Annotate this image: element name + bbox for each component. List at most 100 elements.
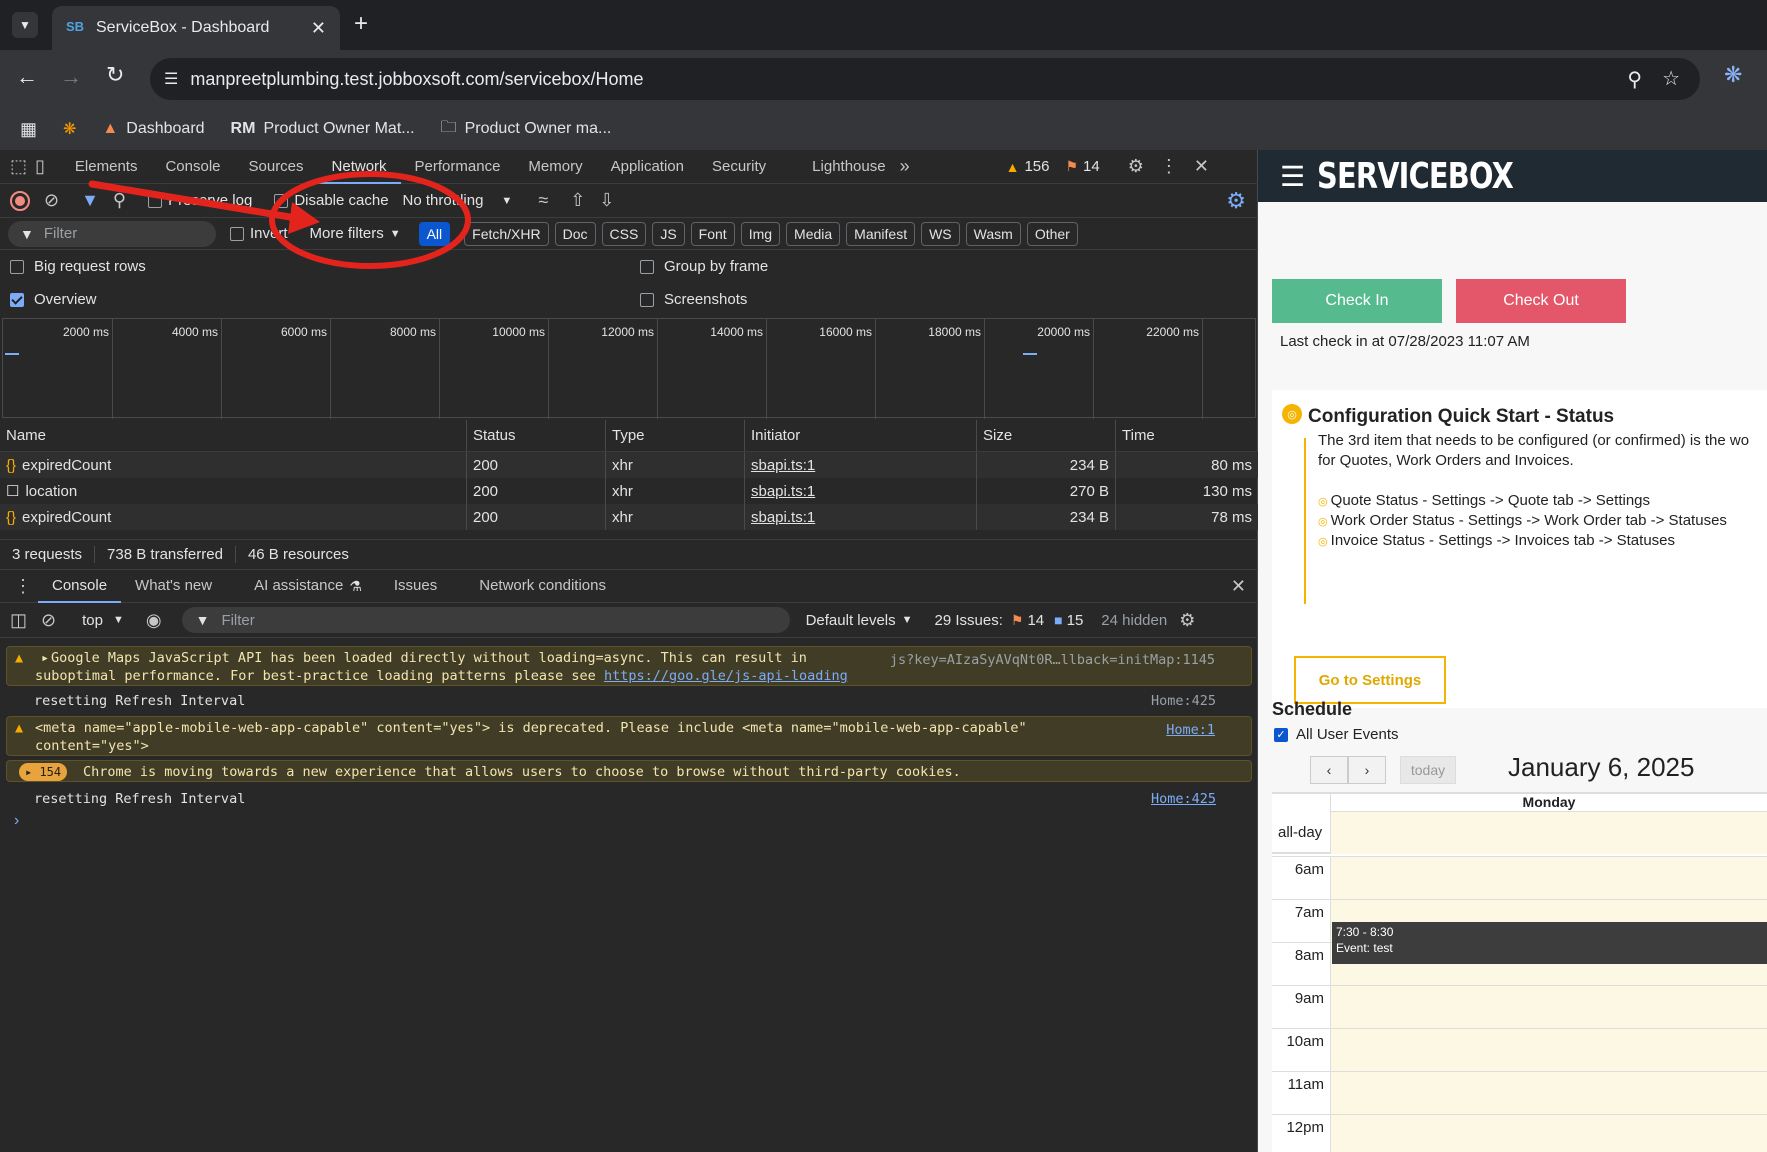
sidebar-toggle-icon[interactable]: ◫	[10, 610, 27, 631]
group-by-frame-option[interactable]: Group by frame	[640, 258, 768, 275]
console-prompt-icon[interactable]: ›	[14, 812, 19, 830]
device-toolbar-icon[interactable]: ▯	[35, 156, 45, 177]
calendar-event[interactable]: 7:30 - 8:30 Event: test	[1332, 922, 1767, 964]
console-source[interactable]: js?key=AIzaSyAVqNt0R…llback=initMap:1145	[890, 651, 1215, 669]
check-out-button[interactable]: Check Out	[1456, 279, 1626, 323]
reload-icon[interactable]: ↻	[106, 62, 124, 88]
console-source[interactable]: Home:1	[1166, 721, 1215, 739]
column-time[interactable]: Time	[1116, 420, 1258, 451]
console-filter-input[interactable]: ▼ Filter	[181, 607, 790, 633]
all-day-cell[interactable]	[1330, 812, 1767, 854]
apps-icon[interactable]: ▦	[20, 119, 37, 140]
prev-icon[interactable]: ‹	[1310, 756, 1348, 784]
type-filter-img[interactable]: Img	[740, 221, 781, 246]
expand-arrow-icon[interactable]: ▸	[41, 649, 49, 667]
more-vert-icon[interactable]: ⋮	[1160, 156, 1178, 177]
star-icon[interactable]: ☆	[1662, 66, 1680, 91]
initiator-link[interactable]: sbapi.ts:1	[751, 457, 815, 474]
type-filter-doc[interactable]: Doc	[554, 221, 596, 246]
site-settings-icon[interactable]: ☰	[164, 69, 178, 89]
hamburger-menu-icon[interactable]: ☰	[1280, 160, 1305, 193]
type-filter-wasm[interactable]: Wasm	[965, 221, 1021, 246]
close-devtools-icon[interactable]: ✕	[1194, 156, 1209, 177]
extension-icon[interactable]: ❋	[1724, 62, 1742, 88]
table-row[interactable]: {} expiredCount 200 xhr sbapi.ts:1 234 B …	[0, 504, 1258, 530]
screenshots-checkbox[interactable]	[640, 292, 654, 307]
type-filter-font[interactable]: Font	[690, 221, 735, 246]
drawer-tab-ai-assistance[interactable]: AI assistance	[240, 569, 357, 603]
overview-option[interactable]: Overview	[10, 291, 97, 308]
go-to-settings-button[interactable]: Go to Settings	[1294, 656, 1446, 704]
type-filter-media[interactable]: Media	[786, 221, 841, 246]
bookmark-product-owner-mat[interactable]: RM Product Owner Mat...	[231, 120, 415, 138]
initiator-link[interactable]: sbapi.ts:1	[751, 483, 815, 500]
log-levels-dropdown[interactable]: Default levels	[806, 612, 896, 629]
eye-icon[interactable]: ◉	[146, 610, 162, 631]
bookmark-sparkle-icon[interactable]: ❋	[63, 119, 76, 139]
bookmark-dashboard[interactable]: ▲ Dashboard	[102, 120, 204, 138]
type-filter-ws[interactable]: WS	[921, 221, 960, 246]
record-icon[interactable]	[10, 190, 30, 211]
console-warning-cookies[interactable]: ▸ 154 Chrome is moving towards a new exp…	[6, 760, 1252, 782]
group-by-frame-checkbox[interactable]	[640, 259, 654, 274]
type-filter-css[interactable]: CSS	[601, 221, 647, 246]
location-pin-icon[interactable]: ⚲	[1627, 67, 1642, 92]
back-icon[interactable]: ←	[16, 64, 38, 90]
initiator-link[interactable]: sbapi.ts:1	[751, 509, 815, 526]
close-icon[interactable]: ✕	[311, 18, 326, 39]
console-link[interactable]: https://goo.gle/js-api-loading	[604, 668, 848, 684]
column-initiator[interactable]: Initiator	[745, 420, 977, 451]
issues-label[interactable]: 29 Issues:	[935, 612, 1003, 629]
address-bar[interactable]: ☰ manpreetplumbing.test.jobboxsoft.com/s…	[150, 58, 1700, 100]
type-filter-manifest[interactable]: Manifest	[846, 221, 916, 246]
network-settings-gear-icon[interactable]: ⚙	[1226, 188, 1246, 214]
all-user-events-option[interactable]: ✓ All User Events	[1274, 726, 1399, 743]
network-overview-timeline[interactable]: 2000 ms 4000 ms 6000 ms 8000 ms 10000 ms…	[2, 318, 1256, 419]
more-tabs-icon[interactable]: »	[900, 156, 910, 177]
browser-tab[interactable]: SB ServiceBox - Dashboard ✕	[52, 6, 340, 50]
console-warning-google-maps[interactable]: ▲ ▸ Google Maps JavaScript API has been …	[6, 646, 1252, 686]
all-user-events-checkbox[interactable]: ✓	[1274, 727, 1288, 742]
console-source[interactable]: Home:425	[1151, 692, 1216, 710]
check-in-button[interactable]: Check In	[1272, 279, 1442, 323]
clear-icon[interactable]: ⊘	[44, 190, 59, 211]
console-source[interactable]: Home:425	[1151, 790, 1216, 808]
column-status[interactable]: Status	[467, 420, 606, 451]
type-filter-other[interactable]: Other	[1026, 221, 1078, 246]
tab-search-button[interactable]: ▼	[12, 12, 38, 38]
today-button[interactable]: today	[1400, 756, 1456, 784]
drawer-tab-issues[interactable]: Issues	[380, 569, 451, 603]
table-row[interactable]: ☐ location 200 xhr sbapi.ts:1 270 B 130 m…	[0, 478, 1258, 504]
forward-icon[interactable]: →	[60, 64, 82, 90]
context-select[interactable]: top	[82, 612, 103, 629]
repeat-count-badge[interactable]: ▸ 154	[19, 763, 68, 781]
warnings-count[interactable]: 156	[1024, 158, 1049, 175]
next-icon[interactable]: ›	[1348, 756, 1386, 784]
tab-lighthouse[interactable]: Lighthouse	[798, 150, 899, 184]
drawer-tab-whats-new[interactable]: What's new	[121, 569, 226, 603]
errors-count[interactable]: 14	[1083, 158, 1100, 175]
type-filter-js[interactable]: JS	[652, 221, 685, 246]
screenshots-option[interactable]: Screenshots	[640, 291, 747, 308]
column-size[interactable]: Size	[977, 420, 1116, 451]
import-har-icon[interactable]: ⇧	[570, 190, 585, 211]
table-row[interactable]: {} expiredCount 200 xhr sbapi.ts:1 234 B …	[0, 452, 1258, 478]
console-warning-meta[interactable]: ▲ <meta name="apple-mobile-web-app-capab…	[6, 716, 1252, 756]
tab-application[interactable]: Application	[597, 150, 698, 184]
new-tab-icon[interactable]: +	[354, 10, 368, 38]
column-type[interactable]: Type	[606, 420, 745, 451]
big-request-rows-checkbox[interactable]	[10, 259, 24, 274]
gear-icon[interactable]: ⚙	[1128, 156, 1144, 177]
drawer-tab-console[interactable]: Console	[38, 569, 122, 603]
network-conditions-icon[interactable]: ≈	[538, 190, 548, 211]
console-settings-gear-icon[interactable]: ⚙	[1179, 610, 1195, 631]
all-day-row[interactable]: all-day	[1272, 812, 1767, 854]
inspect-icon[interactable]: ⬚	[10, 156, 27, 177]
column-name[interactable]: Name	[0, 420, 467, 451]
overview-checkbox[interactable]	[10, 292, 24, 307]
bookmark-folder-product-owner[interactable]: 🗀 Product Owner ma...	[441, 116, 612, 143]
drawer-tab-network-conditions[interactable]: Network conditions	[465, 569, 620, 603]
close-drawer-icon[interactable]: ✕	[1231, 576, 1246, 597]
drawer-menu-icon[interactable]: ⋮	[14, 576, 32, 597]
tab-memory[interactable]: Memory	[514, 150, 596, 184]
